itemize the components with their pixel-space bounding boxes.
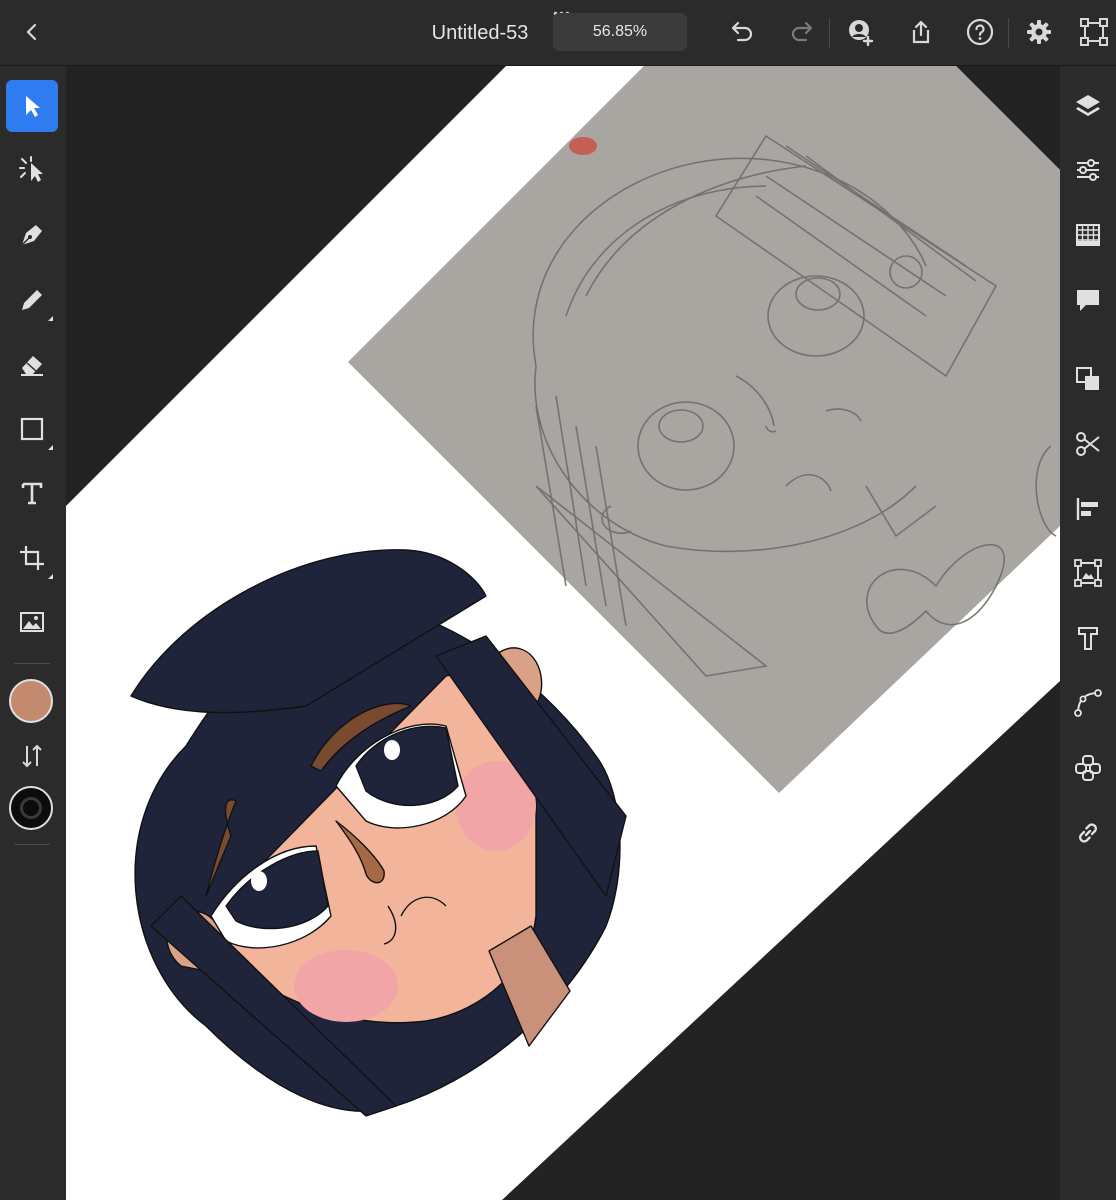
canvas-artwork: [66, 66, 1060, 1200]
undo-icon[interactable]: [724, 14, 760, 50]
comments-icon[interactable]: [1070, 282, 1106, 318]
repeat-grid-icon[interactable]: [1070, 750, 1106, 786]
place-image-tool[interactable]: [6, 596, 58, 648]
artboard-icon: [20, 546, 44, 570]
submenu-indicator: [48, 316, 53, 321]
rectangle-icon: [20, 417, 44, 441]
pen-icon: [21, 225, 42, 246]
toolbar-divider: [829, 18, 830, 48]
fill-color-swatch[interactable]: [9, 679, 53, 723]
submenu-indicator: [48, 445, 53, 450]
arrange-icon[interactable]: [1070, 361, 1106, 397]
share-icon[interactable]: [903, 14, 939, 50]
direct-selection-tool[interactable]: [6, 144, 58, 196]
type-outline-icon[interactable]: [1070, 620, 1106, 656]
invite-user-icon[interactable]: [843, 14, 879, 50]
submenu-indicator: [48, 574, 53, 579]
pen-tool[interactable]: [6, 209, 58, 261]
stroke-swatch-inner: [20, 797, 42, 819]
pencil-tool[interactable]: [6, 274, 58, 326]
artboard-tool[interactable]: [6, 532, 58, 584]
back-chevron-icon[interactable]: [14, 14, 50, 50]
top-toolbar: Untitled-53 ••• 56.85%: [0, 0, 1116, 66]
redo-icon[interactable]: [784, 14, 820, 50]
toolbar-separator: [14, 663, 50, 664]
toolbar-separator: [14, 844, 50, 845]
path-curve-icon[interactable]: [1070, 685, 1106, 721]
drawing-canvas[interactable]: [66, 66, 1060, 1200]
properties-sliders-icon[interactable]: [1070, 152, 1106, 188]
link-icon[interactable]: [1070, 815, 1106, 851]
scissors-icon[interactable]: [1070, 426, 1106, 462]
align-icon[interactable]: [1070, 491, 1106, 527]
help-icon[interactable]: [962, 14, 998, 50]
type-icon: [21, 482, 43, 505]
layers-icon[interactable]: [1070, 88, 1106, 124]
stroke-color-swatch[interactable]: [9, 786, 53, 830]
type-tool[interactable]: [6, 467, 58, 519]
left-toolbar: [0, 66, 66, 1200]
right-toolbar: [1060, 66, 1116, 1200]
crop-image-icon[interactable]: [1070, 555, 1106, 591]
settings-gear-icon[interactable]: [1021, 14, 1057, 50]
direct-selection-icon: [19, 156, 43, 182]
swap-fill-stroke-icon[interactable]: [16, 740, 48, 772]
zoom-level-field[interactable]: 56.85%: [553, 13, 687, 51]
swatches-grid-icon[interactable]: [1070, 217, 1106, 253]
toolbar-divider: [1008, 18, 1009, 48]
image-icon: [20, 612, 44, 632]
selection-tool[interactable]: [6, 80, 58, 132]
eraser-tool[interactable]: [6, 338, 58, 390]
document-title[interactable]: Untitled-53: [404, 18, 556, 48]
artboard-select-icon[interactable]: [1076, 14, 1112, 50]
rectangle-tool[interactable]: [6, 403, 58, 455]
pencil-icon: [22, 290, 42, 310]
selection-arrow-icon: [26, 96, 40, 117]
eraser-icon: [21, 356, 43, 376]
